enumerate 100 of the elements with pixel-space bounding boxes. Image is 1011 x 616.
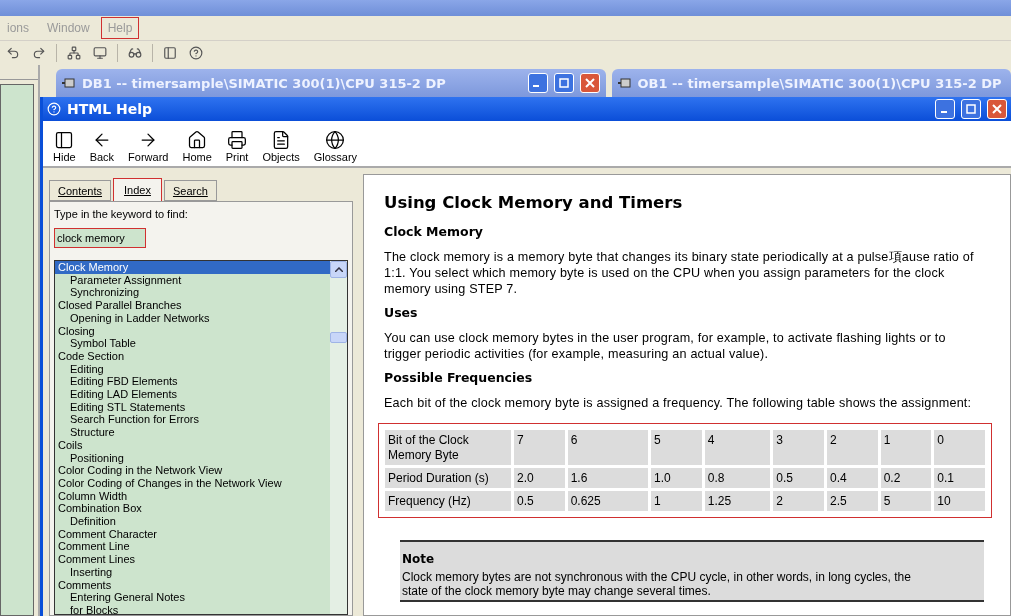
house-icon xyxy=(187,130,208,150)
table-cell: 2 xyxy=(773,491,824,511)
minimize-button[interactable] xyxy=(527,73,548,93)
index-entry[interactable]: Code Section xyxy=(55,349,330,363)
table-cell: 1 xyxy=(651,491,702,511)
index-entry[interactable]: Symbol Table xyxy=(55,337,330,350)
module-icon xyxy=(617,78,632,88)
index-entry[interactable]: Editing LAD Elements xyxy=(55,388,330,401)
table-cell: 0.5 xyxy=(514,491,565,511)
module-icon xyxy=(62,78,76,88)
index-entry[interactable]: Comment Lines xyxy=(55,553,330,566)
toolbar-button[interactable]: Forward xyxy=(128,130,169,163)
table-cell: 2.0 xyxy=(514,468,565,488)
toolbar-button[interactable]: Objects xyxy=(262,130,300,163)
panel-icon[interactable] xyxy=(161,44,179,62)
paragraph: The clock memory is a memory byte that changes its binary state periodically at a pulse項ause ratio of 1:1. You select which memory byte is used on the CPU when you assign parameters for the clock memory using STEP 7. xyxy=(384,249,974,297)
maximize-button[interactable] xyxy=(553,73,574,93)
panel-icon xyxy=(54,130,75,150)
index-entry[interactable]: Editing STL Statements xyxy=(55,400,330,414)
row-header: Bit of the Clock Memory Byte xyxy=(385,430,511,465)
table-cell: 6 xyxy=(567,430,649,465)
index-entry[interactable]: Entering General Notes xyxy=(55,591,330,604)
index-entry[interactable]: Structure xyxy=(55,426,330,439)
minus-icon xyxy=(533,85,540,87)
table-cell: 1.6 xyxy=(567,468,649,488)
prompt-text: Type in the keyword to find: xyxy=(54,208,189,220)
index-entry[interactable]: Comment Character xyxy=(55,527,330,541)
square-icon xyxy=(966,104,976,114)
index-entry[interactable]: Inserting xyxy=(55,565,330,579)
tab[interactable]: Index xyxy=(113,178,162,201)
help-icon[interactable] xyxy=(187,44,205,62)
index-entry[interactable]: Color Coding in the Network View xyxy=(55,464,330,477)
index-entry[interactable]: Positioning xyxy=(55,451,330,465)
table-cell: 2.5 xyxy=(826,491,878,511)
row-header: Frequency (Hz) xyxy=(385,491,511,511)
keyword-field[interactable]: clock memory xyxy=(54,228,146,248)
table-cell: 0.4 xyxy=(826,468,878,488)
minimize-button[interactable] xyxy=(935,99,955,119)
index-entry[interactable]: for Blocks xyxy=(55,604,330,614)
index-entry[interactable]: Definition xyxy=(55,515,330,528)
index-entry[interactable]: Combination Box xyxy=(55,502,330,516)
window-title: DB1 -- timersample\SIMATIC 300(1)\CPU 315-2 DP xyxy=(82,75,447,91)
table-cell: 0 xyxy=(934,430,985,465)
index-entry[interactable]: Editing FBD Elements xyxy=(55,375,330,389)
index-entry[interactable]: Editing xyxy=(55,362,330,376)
scroll-thumb[interactable] xyxy=(330,332,347,343)
printer-icon xyxy=(227,130,248,150)
paragraph: Each bit of the clock memory byte is assigned a frequency. The following table shows the assignment: xyxy=(384,395,973,411)
window-title: HTML Help xyxy=(67,101,154,117)
note-title: Note xyxy=(402,552,436,566)
index-entry[interactable]: Comments xyxy=(55,578,330,592)
table-cell: 5 xyxy=(651,430,702,465)
close-icon xyxy=(992,104,1002,114)
table-cell: 1 xyxy=(880,430,932,465)
square-icon xyxy=(558,78,569,88)
article-title: Using Clock Memory and Timers xyxy=(384,193,684,212)
note-text: Clock memory bytes are not synchronous with the CPU cycle, in other words, in long cycles, the state of the clock memory byte may change several times. xyxy=(402,570,912,598)
tab[interactable]: Search xyxy=(163,180,217,201)
maximize-button[interactable] xyxy=(961,99,981,119)
toolbar-button[interactable]: Home xyxy=(182,130,212,163)
index-entry[interactable]: Coils xyxy=(55,438,330,452)
monitor-icon[interactable] xyxy=(91,44,109,62)
close-button[interactable] xyxy=(987,99,1007,119)
table-cell: 0.625 xyxy=(567,491,649,511)
index-entry[interactable]: Clock Memory xyxy=(55,261,330,274)
index-entry[interactable]: Search Function for Errors xyxy=(55,413,330,427)
minus-icon xyxy=(940,111,947,113)
table-cell: 1.25 xyxy=(704,491,771,511)
toolbar-button[interactable]: Glossary xyxy=(313,130,358,163)
globe-icon xyxy=(325,130,346,150)
tab[interactable]: Contents xyxy=(49,180,112,201)
toolbar-button[interactable]: Print xyxy=(225,130,249,163)
table-cell: 4 xyxy=(704,430,771,465)
section-heading: Possible Frequencies xyxy=(384,370,534,385)
index-entry[interactable]: Synchronizing xyxy=(55,286,330,300)
index-entry[interactable]: Column Width xyxy=(55,489,330,503)
table-cell: 0.5 xyxy=(773,468,824,488)
table-cell: 0.8 xyxy=(704,468,771,488)
scrollbar[interactable] xyxy=(330,261,347,614)
toolbar-button[interactable]: Back xyxy=(89,130,115,163)
up-chevron-icon[interactable] xyxy=(334,267,343,272)
close-button[interactable] xyxy=(579,73,600,93)
network-icon[interactable] xyxy=(65,44,83,62)
paragraph: You can use clock memory bytes in the user program, for example, to activate flashing lights or to trigger periodic activities (for example, measuring an actual value). xyxy=(384,330,947,362)
window-title: OB1 -- timersample\SIMATIC 300(1)\CPU 315-2 DP xyxy=(637,75,1003,91)
section-heading: Uses xyxy=(384,305,419,320)
index-entry[interactable]: Parameter Assignment xyxy=(55,273,330,287)
table-cell: 1.0 xyxy=(651,468,702,488)
toolbar-button[interactable]: Hide xyxy=(53,130,76,163)
table-cell: 2 xyxy=(826,430,878,465)
table-cell: 7 xyxy=(514,430,565,465)
index-entry[interactable]: Comment Line xyxy=(55,540,330,554)
row-header: Period Duration (s) xyxy=(385,468,511,488)
table-cell: 5 xyxy=(880,491,932,511)
table-cell: 3 xyxy=(773,430,824,465)
index-entry[interactable]: Closing xyxy=(55,324,330,338)
table-cell: 10 xyxy=(934,491,985,511)
index-entry[interactable]: Closed Parallel Branches xyxy=(55,299,330,312)
index-entry[interactable]: Color Coding of Changes in the Network View xyxy=(55,476,330,490)
index-entry[interactable]: Opening in Ladder Networks xyxy=(55,311,330,325)
